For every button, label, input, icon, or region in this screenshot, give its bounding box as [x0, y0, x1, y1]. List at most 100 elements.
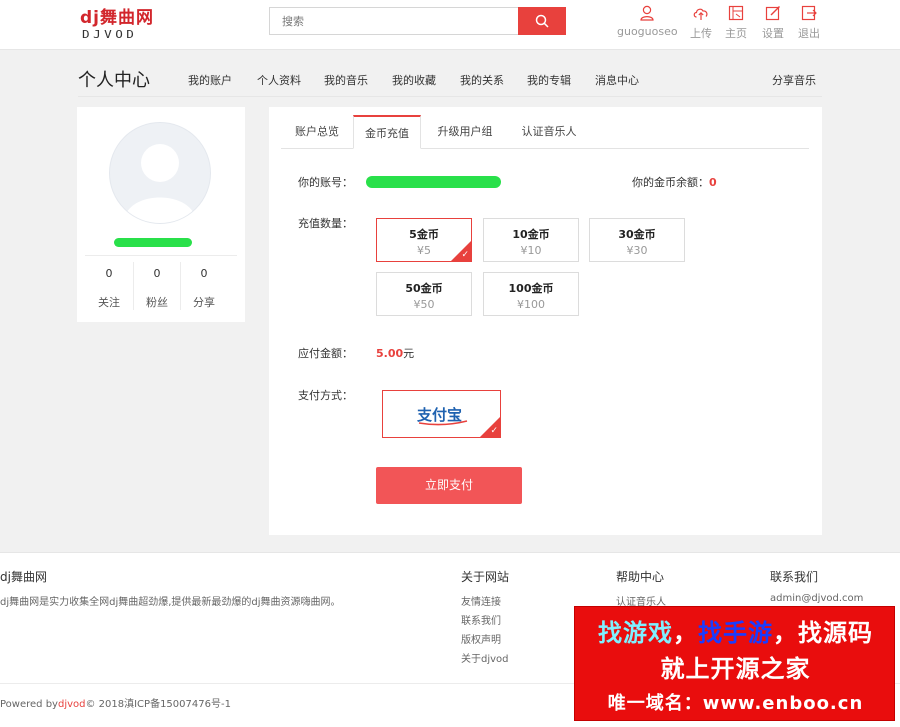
- tab-coin-recharge[interactable]: 金币充值: [353, 115, 421, 149]
- copyright-prefix: Powered by: [0, 699, 58, 710]
- tab-profile[interactable]: 个人资料: [257, 72, 301, 88]
- share-music-link[interactable]: 分享音乐: [772, 72, 816, 88]
- divider: [78, 96, 822, 97]
- top-bar: dj舞曲网 DJVOD guoguoseo 上传 主页 设置 退出: [0, 0, 900, 50]
- coin-option-50[interactable]: 50金币 ¥50: [376, 272, 472, 316]
- ad-line-2: 就上开源之家: [660, 655, 811, 683]
- payment-label: 支付方式：: [298, 389, 353, 402]
- copyright-link[interactable]: djvod: [58, 699, 86, 710]
- ad-line-3: 唯一域名：www.enboo.cn: [607, 693, 864, 714]
- footer-link[interactable]: 友情连接: [461, 593, 501, 608]
- ad-text: 找手游: [698, 619, 773, 647]
- nav-label: 退出: [798, 27, 820, 40]
- copyright-suffix: © 2018滇ICP备15007476号-1: [85, 699, 231, 710]
- logo-subtext: DJVOD: [82, 28, 138, 41]
- user-menu[interactable]: guoguoseo: [617, 4, 678, 44]
- option-price: ¥10: [520, 244, 542, 257]
- site-logo[interactable]: dj舞曲网 DJVOD: [80, 8, 160, 42]
- tab-favorites[interactable]: 我的收藏: [392, 72, 436, 88]
- home-page-icon: [728, 5, 744, 21]
- search-icon: [535, 14, 549, 28]
- logo-text: dj舞曲网: [80, 8, 154, 28]
- nav-settings[interactable]: 设置: [762, 4, 784, 44]
- coin-option-10[interactable]: 10金币 ¥10: [483, 218, 579, 262]
- search-box: [269, 7, 566, 35]
- tab-upgrade-group[interactable]: 升级用户组: [425, 115, 505, 149]
- tab-my-music[interactable]: 我的音乐: [324, 72, 368, 88]
- check-icon: ✓: [461, 250, 469, 260]
- nav-label: 上传: [690, 27, 712, 40]
- nav-upload[interactable]: 上传: [690, 4, 712, 44]
- copyright: Powered bydjvod© 2018滇ICP备15007476号-1: [0, 695, 231, 710]
- option-coins: 5金币: [409, 228, 439, 241]
- coin-option-100[interactable]: 100金币 ¥100: [483, 272, 579, 316]
- stat-shares[interactable]: 0 分享: [176, 267, 232, 310]
- tab-messages[interactable]: 消息中心: [595, 72, 639, 88]
- footer-brand: dj舞曲网: [0, 570, 47, 584]
- amount-unit: 元: [403, 347, 415, 360]
- ad-text: ，: [773, 619, 798, 647]
- footer-help-title: 帮助中心: [616, 570, 665, 584]
- coin-balance: 你的金币余额：0: [632, 174, 717, 190]
- account-label: 你的账号：: [298, 176, 353, 189]
- payment-option-alipay[interactable]: 支付宝 ✓: [382, 390, 501, 438]
- search-button[interactable]: [518, 7, 566, 35]
- check-icon: ✓: [490, 426, 498, 436]
- alipay-logo-icon: 支付宝: [417, 406, 468, 426]
- footer-link[interactable]: 关于djvod: [461, 650, 509, 665]
- option-coins: 100金币: [508, 282, 554, 295]
- option-coins: 10金币: [512, 228, 550, 241]
- tab-account-overview[interactable]: 账户总览: [281, 115, 353, 149]
- amount-label: 应付金额：: [298, 347, 353, 360]
- username: guoguoseo: [617, 25, 678, 38]
- footer-email[interactable]: admin@djvod.com: [770, 593, 863, 604]
- edit-icon: [765, 6, 780, 21]
- coin-option-5[interactable]: 5金币 ¥5 ✓: [376, 218, 472, 262]
- redacted-account: [366, 176, 501, 188]
- amount-due: 5.00元: [376, 345, 414, 361]
- nav-logout[interactable]: 退出: [798, 4, 820, 44]
- recharge-panel: 账户总览 金币充值 升级用户组 认证音乐人 你的账号： 你的金币余额：0 充值数…: [269, 107, 822, 535]
- option-coins: 30金币: [618, 228, 656, 241]
- avatar[interactable]: [109, 122, 211, 224]
- tab-relations[interactable]: 我的关系: [460, 72, 504, 88]
- panel-tabs: 账户总览 金币充值 升级用户组 认证音乐人: [281, 115, 809, 149]
- option-price: ¥50: [413, 298, 435, 311]
- cloud-upload-icon: [693, 8, 708, 20]
- stat-label: 分享: [193, 296, 215, 309]
- ad-line-1: 找游戏，找手游，找源码: [575, 613, 896, 648]
- default-avatar-icon: [124, 144, 196, 223]
- ad-text: 找游戏: [598, 619, 673, 647]
- page-title: 个人中心: [78, 70, 150, 91]
- option-price: ¥30: [626, 244, 648, 257]
- amount-value: 5.00: [376, 347, 404, 360]
- coin-option-30[interactable]: 30金币 ¥30: [589, 218, 685, 262]
- stat-value: 0: [200, 267, 208, 280]
- svg-text:支付宝: 支付宝: [417, 406, 462, 424]
- balance-label: 你的金币余额：: [632, 176, 709, 189]
- tab-my-account[interactable]: 我的账户: [188, 72, 232, 88]
- logout-icon: [801, 5, 817, 21]
- user-icon: [640, 5, 654, 21]
- footer-description: dj舞曲网是实力收集全网dj舞曲超劲爆,提供最新最劲爆的dj舞曲资源嗨曲网。: [0, 597, 341, 608]
- tab-albums[interactable]: 我的专辑: [527, 72, 571, 88]
- search-input[interactable]: [270, 8, 519, 34]
- ad-banner[interactable]: 找游戏，找手游，找源码 就上开源之家 唯一域名：www.enboo.cn: [574, 606, 895, 721]
- redacted-username: [114, 238, 192, 247]
- divider: [85, 255, 237, 256]
- nav-label: 主页: [725, 27, 747, 40]
- footer-contact-title: 联系我们: [770, 570, 819, 584]
- option-coins: 50金币: [405, 282, 443, 295]
- pay-now-button[interactable]: 立即支付: [376, 467, 522, 504]
- nav-home[interactable]: 主页: [725, 4, 747, 44]
- option-price: ¥100: [517, 298, 545, 311]
- footer-about-title: 关于网站: [461, 570, 510, 584]
- nav-label: 设置: [762, 27, 784, 40]
- ad-text: 找源码: [798, 619, 873, 647]
- footer-link[interactable]: 版权声明: [461, 631, 501, 646]
- tab-certify-musician[interactable]: 认证音乐人: [509, 115, 589, 149]
- balance-value: 0: [709, 176, 717, 189]
- profile-card: 0 关注 0 粉丝 0 分享: [77, 107, 245, 322]
- quantity-label: 充值数量：: [298, 217, 353, 230]
- footer-link[interactable]: 联系我们: [461, 612, 501, 627]
